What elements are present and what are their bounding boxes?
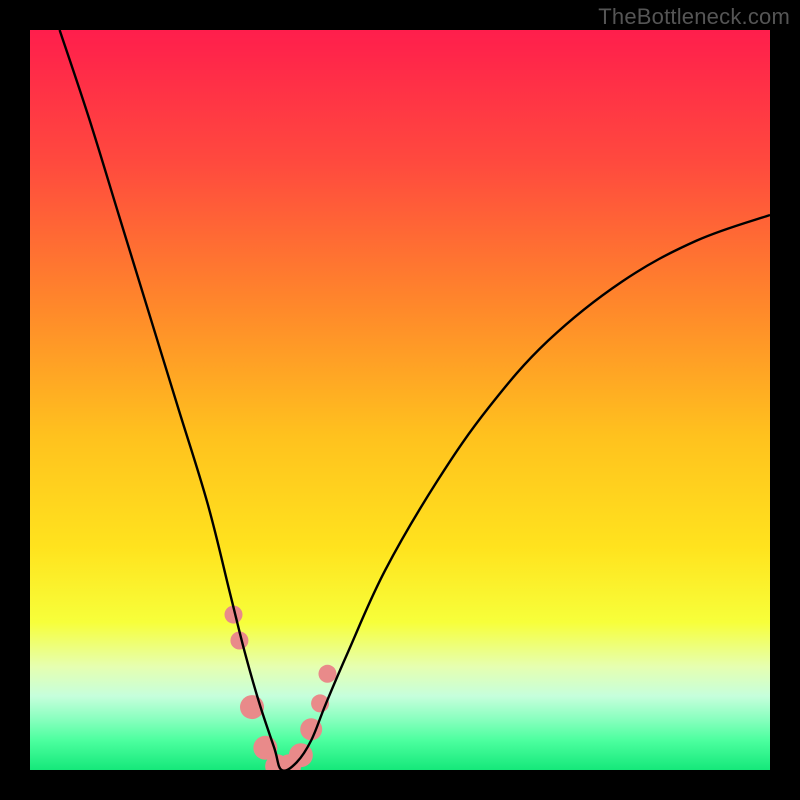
gradient-background [30, 30, 770, 770]
chart-svg [30, 30, 770, 770]
chart-frame: TheBottleneck.com [0, 0, 800, 800]
plot-area [30, 30, 770, 770]
curve-marker [289, 743, 313, 767]
curve-marker [318, 665, 336, 683]
watermark-text: TheBottleneck.com [598, 4, 790, 30]
